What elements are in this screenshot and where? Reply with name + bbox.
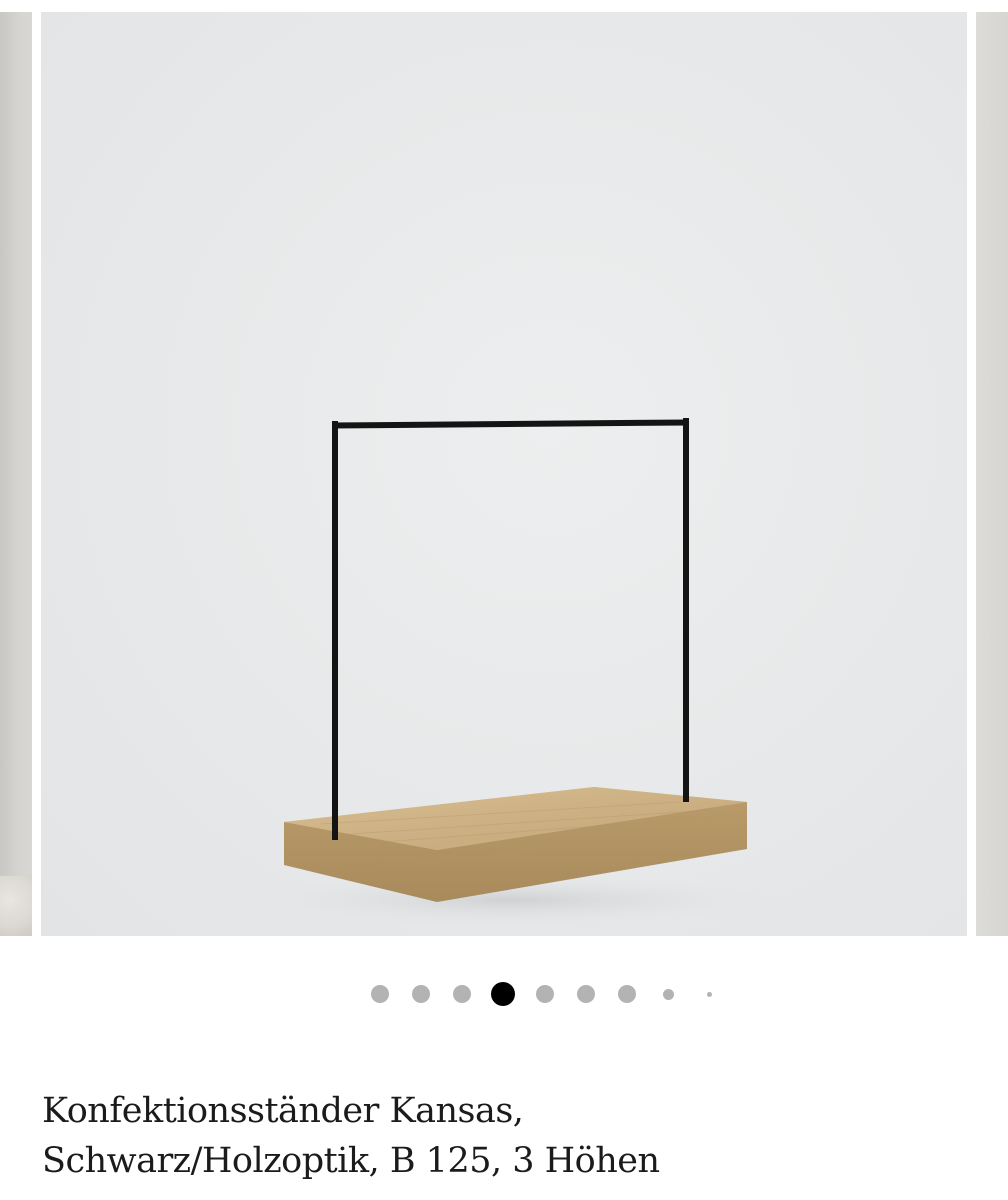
rack-top-bar [331, 419, 690, 429]
pagination-dot-3[interactable] [453, 985, 471, 1003]
product-title-block: Konfektionsständer Kansas, Schwarz/Holzo… [42, 1086, 982, 1186]
carousel-pagination [0, 978, 1008, 1010]
pagination-dot-7[interactable] [618, 985, 636, 1003]
clothes-rack-illustration [241, 418, 781, 926]
pagination-dot-1[interactable] [371, 985, 389, 1003]
previous-slide-floor [0, 876, 32, 936]
previous-slide-peek[interactable] [0, 12, 32, 936]
pagination-dot-5[interactable] [536, 985, 554, 1003]
product-title-line-2: Schwarz/Holzoptik, B 125, 3 Höhen [42, 1141, 660, 1181]
product-title: Konfektionsständer Kansas, Schwarz/Holzo… [42, 1086, 982, 1186]
rack-right-post [683, 418, 689, 802]
next-slide-peek[interactable] [976, 12, 1008, 936]
pagination-dot-2[interactable] [412, 985, 430, 1003]
rack-left-post [332, 421, 338, 840]
pagination-dot-6[interactable] [577, 985, 595, 1003]
product-title-line-1: Konfektionsständer Kansas, [42, 1091, 524, 1131]
pagination-dot-9[interactable] [707, 992, 712, 997]
pagination-dot-8[interactable] [663, 989, 674, 1000]
image-carousel[interactable] [0, 0, 1008, 940]
pagination-dot-4-active[interactable] [491, 982, 515, 1006]
rack-frame [331, 418, 690, 840]
product-image[interactable] [41, 12, 967, 936]
